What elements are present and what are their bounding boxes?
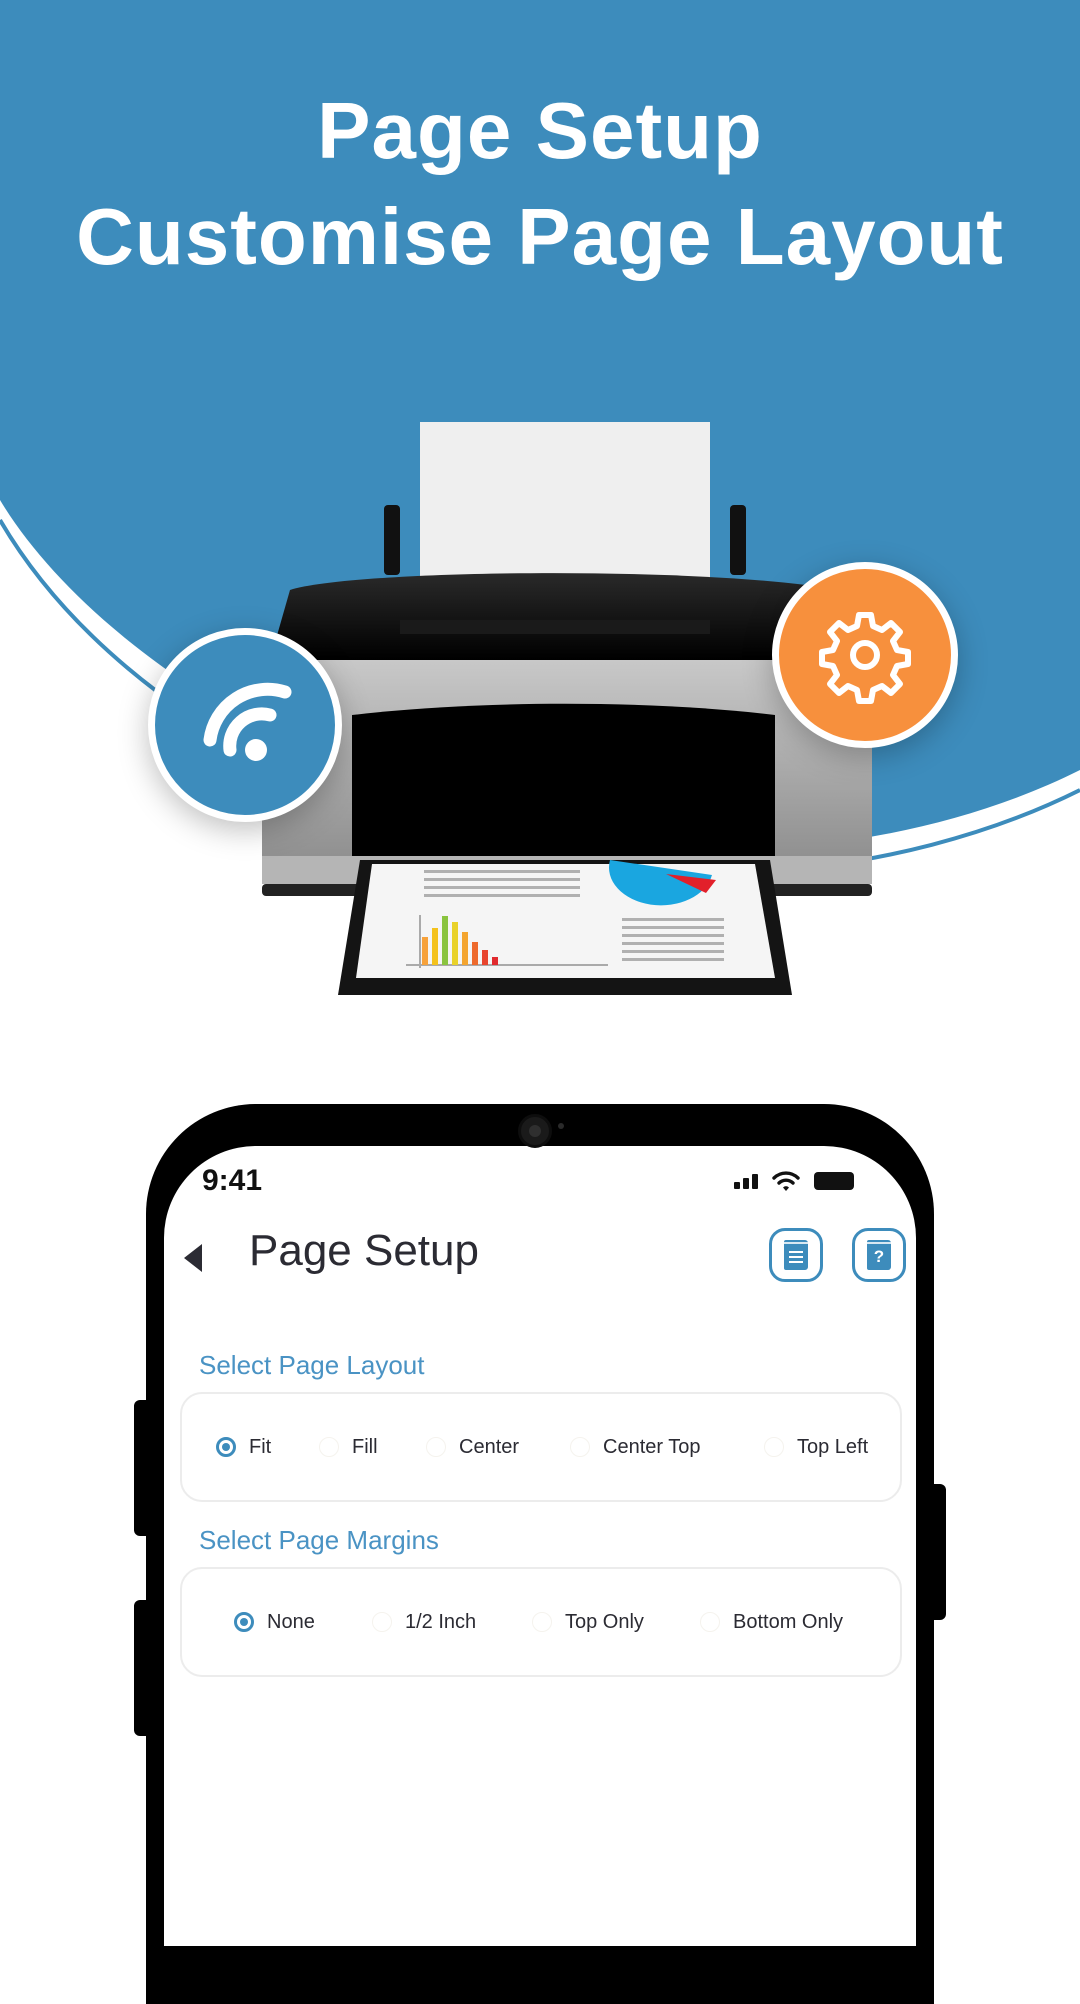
wifi-icon: [203, 682, 292, 761]
radio-unselected[interactable]: [700, 1612, 720, 1632]
book-help-icon: ?: [867, 1240, 891, 1270]
radio-unselected[interactable]: [319, 1437, 339, 1457]
book-list-icon: [784, 1240, 808, 1270]
phone-power-button: [928, 1484, 946, 1620]
layout-option-fit[interactable]: Fit: [216, 1436, 271, 1459]
gear-icon: [819, 612, 911, 704]
radio-unselected[interactable]: [570, 1437, 590, 1457]
headline-line-1: Page Setup: [317, 86, 763, 175]
wifi-badge: [148, 628, 342, 822]
layout-section-label: Select Page Layout: [199, 1350, 425, 1380]
margin-option-bottom-only[interactable]: Bottom Only: [700, 1611, 843, 1634]
hero-headline: Page Setup Customise Page Layout: [0, 78, 1080, 290]
page-title: Page Setup: [249, 1226, 479, 1275]
margin-option-half-inch[interactable]: 1/2 Inch: [372, 1611, 476, 1634]
phone-volume-down-button: [134, 1600, 154, 1736]
headline-line-2: Customise Page Layout: [76, 192, 1004, 281]
layout-option-fill[interactable]: Fill: [319, 1436, 378, 1459]
layout-option-center[interactable]: Center: [426, 1436, 519, 1459]
proximity-sensor: [558, 1123, 564, 1129]
margins-options-card: None 1/2 Inch Top Only Bottom Only: [180, 1567, 902, 1677]
layout-option-center-top[interactable]: Center Top: [570, 1436, 700, 1459]
layout-options-card: Fit Fill Center Center Top Top Left: [180, 1392, 902, 1502]
wifi-icon: [772, 1171, 800, 1191]
status-icons: [734, 1170, 854, 1192]
radio-selected[interactable]: [216, 1437, 236, 1457]
front-camera: [518, 1114, 552, 1148]
help-button[interactable]: ?: [852, 1228, 906, 1282]
back-icon[interactable]: [184, 1244, 202, 1272]
margins-section-label: Select Page Margins: [199, 1525, 439, 1555]
signal-icon: [734, 1173, 758, 1189]
settings-badge: [772, 562, 958, 748]
margin-option-top-only[interactable]: Top Only: [532, 1611, 644, 1634]
radio-unselected[interactable]: [764, 1437, 784, 1457]
radio-unselected[interactable]: [426, 1437, 446, 1457]
layout-option-top-left[interactable]: Top Left: [764, 1436, 868, 1459]
margin-option-none[interactable]: None: [234, 1611, 315, 1634]
radio-unselected[interactable]: [372, 1612, 392, 1632]
status-time: 9:41: [202, 1164, 263, 1197]
radio-unselected[interactable]: [532, 1612, 552, 1632]
battery-icon: [814, 1172, 854, 1190]
guide-button[interactable]: [769, 1228, 823, 1282]
radio-selected[interactable]: [234, 1612, 254, 1632]
phone-volume-up-button: [134, 1400, 154, 1536]
